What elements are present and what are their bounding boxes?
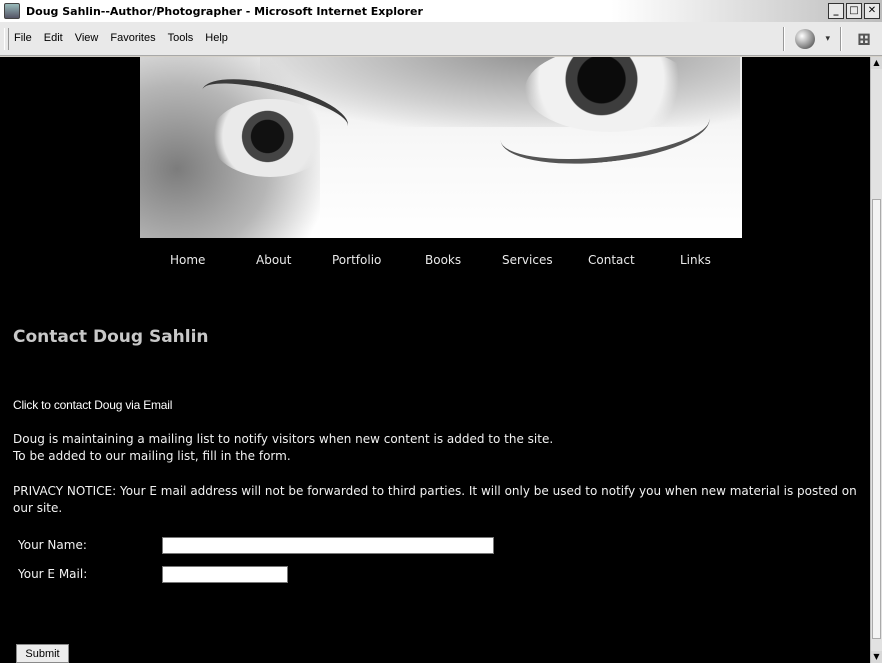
dropdown-arrow-icon[interactable]: ▾ — [825, 34, 830, 44]
scroll-down-arrow-icon[interactable]: ▼ — [871, 651, 882, 663]
menu-bar: File Edit View Favorites Tools Help ▾ ⊞ — [0, 22, 882, 56]
email-label: Your E Mail: — [18, 567, 88, 581]
nav-portfolio[interactable]: Portfolio — [332, 253, 381, 267]
toolbar-right: ▾ ⊞ — [783, 27, 876, 51]
toolbar-grip[interactable] — [4, 28, 9, 50]
nav-books[interactable]: Books — [425, 253, 461, 267]
toolbar-separator — [783, 27, 786, 51]
name-label: Your Name: — [18, 538, 87, 552]
menu-help[interactable]: Help — [205, 32, 228, 44]
nav-contact[interactable]: Contact — [588, 253, 635, 267]
mailing-list-text: Doug is maintaining a mailing list to no… — [13, 432, 554, 446]
window-titlebar[interactable]: Doug Sahlin--Author/Photographer - Micro… — [0, 0, 882, 22]
nav-home[interactable]: Home — [170, 253, 205, 267]
page-viewport: Home About Portfolio Books Services Cont… — [0, 57, 870, 663]
left-eye — [210, 99, 330, 177]
menu-items: File Edit View Favorites Tools Help — [14, 32, 228, 44]
menu-favorites[interactable]: Favorites — [110, 32, 155, 44]
globe-icon[interactable] — [795, 29, 816, 49]
vertical-scrollbar[interactable]: ▲ ▼ — [870, 57, 882, 663]
windows-logo-icon: ⊞ — [856, 28, 872, 50]
nav-about[interactable]: About — [256, 253, 291, 267]
window-controls: _ □ ✕ — [828, 3, 880, 19]
nav-links[interactable]: Links — [680, 253, 711, 267]
close-button[interactable]: ✕ — [864, 3, 880, 19]
header-eyes-image — [140, 57, 742, 238]
scrollbar-thumb[interactable] — [872, 199, 881, 639]
window-title: Doug Sahlin--Author/Photographer - Micro… — [26, 4, 423, 18]
email-input[interactable] — [162, 566, 288, 583]
email-link[interactable]: Click to contact Doug via Email — [13, 397, 172, 414]
nav-services[interactable]: Services — [502, 253, 553, 267]
titlebar-fill — [430, 0, 882, 22]
toolbar-separator-2 — [840, 27, 842, 51]
page-title: Contact Doug Sahlin — [13, 327, 209, 347]
mailing-list-instructions: To be added to our mailing list, fill in… — [13, 449, 291, 463]
ie-app-icon[interactable] — [4, 3, 20, 19]
minimize-button[interactable]: _ — [828, 3, 844, 19]
menu-edit[interactable]: Edit — [44, 32, 63, 44]
privacy-notice: PRIVACY NOTICE: Your E mail address will… — [13, 484, 857, 515]
site-nav: Home About Portfolio Books Services Cont… — [140, 253, 742, 273]
name-input[interactable] — [162, 537, 494, 554]
menu-file[interactable]: File — [14, 32, 32, 44]
maximize-button[interactable]: □ — [846, 3, 862, 19]
menu-view[interactable]: View — [75, 32, 99, 44]
submit-button[interactable]: Submit — [16, 644, 69, 663]
scroll-up-arrow-icon[interactable]: ▲ — [871, 57, 882, 69]
menu-tools[interactable]: Tools — [168, 32, 194, 44]
